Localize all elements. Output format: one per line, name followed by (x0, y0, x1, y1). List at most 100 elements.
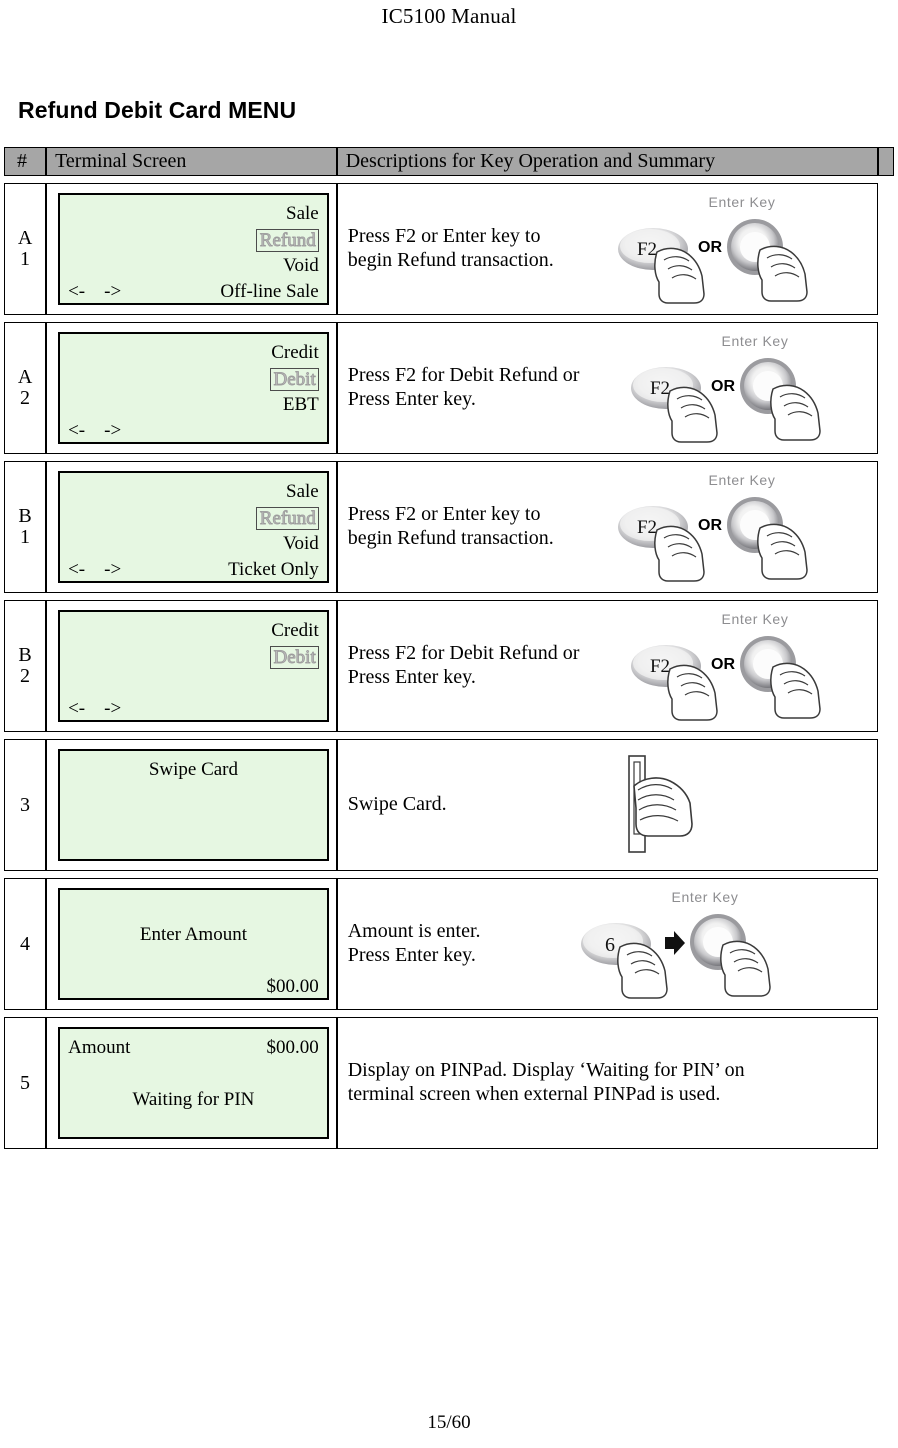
lcd-menu-option[interactable]: Waiting for PIN (132, 1087, 254, 1113)
lcd-line (68, 1061, 319, 1087)
lcd-line: <- -> (68, 696, 319, 720)
lcd-menu-option[interactable]: $00.00 (266, 1035, 318, 1061)
lcd-line: Refund (68, 227, 319, 253)
description-text: Press F2 for Debit Refund or Press Enter… (347, 364, 580, 410)
terminal-screen-cell: Swipe Card (46, 739, 337, 871)
svg-text:Enter Key: Enter Key (721, 333, 788, 349)
section-title: Refund Debit Card MENU (18, 97, 297, 123)
lcd-line: <- -> (68, 418, 319, 442)
column-header-number: # (4, 147, 47, 176)
description-cell: Press F2 for Debit Refund or Press Enter… (336, 322, 878, 454)
terminal-lcd-screen: Enter Amount $00.00 (58, 888, 329, 1000)
svg-text:OR: OR (711, 656, 735, 673)
row-number-cell: A1 (4, 183, 47, 315)
lcd-nav-arrows[interactable]: <- -> (68, 557, 121, 581)
lcd-nav-arrows[interactable]: <- -> (68, 696, 121, 720)
description-text: Press F2 or Enter key to begin Refund tr… (347, 503, 554, 549)
row-spacer-cell (877, 461, 894, 593)
row-number-line2: 1 (20, 248, 31, 270)
lcd-menu-option[interactable]: EBT (283, 392, 319, 418)
row-number-cell: B2 (4, 600, 47, 732)
lcd-nav-arrows[interactable]: <- -> (68, 418, 121, 442)
svg-text:Enter Key: Enter Key (708, 194, 775, 210)
row-number-cell: A2 (4, 322, 47, 454)
row-spacer-cell (877, 878, 894, 1010)
description-flow: Display on PINPad. Display ‘Waiting for … (348, 1059, 871, 1106)
svg-text:F2: F2 (637, 517, 657, 538)
row-spacer-cell (877, 600, 894, 732)
lcd-line: Sale (68, 201, 319, 227)
lcd-line: Void (68, 531, 319, 557)
table-body: A 1 Sale Refund Void <- -> Off-line Sale Press … (4, 183, 894, 1149)
row-number-cell: B1 (4, 461, 47, 593)
row-number-line1: A (17, 366, 33, 388)
description-text: Amount is enter. Press Enter key. (347, 920, 481, 966)
lcd-menu-option[interactable]: $00.00 (266, 974, 318, 998)
terminal-lcd-screen: Amount $00.00 Waiting for PIN (58, 1027, 329, 1139)
terminal-screen-cell: Sale Refund Void <- -> Ticket Only (46, 461, 337, 593)
lcd-menu-option[interactable]: Ticket Only (228, 557, 319, 581)
lcd-line (68, 783, 319, 809)
lcd-nav-arrows[interactable]: <- -> (68, 279, 121, 303)
lcd-selected-menu-option[interactable]: Debit (269, 367, 319, 391)
lcd-line (68, 948, 319, 974)
lcd-menu-option[interactable]: Off-line Sale (220, 279, 318, 303)
table-row: A 1 Sale Refund Void <- -> Off-line Sale Press … (4, 183, 894, 315)
terminal-screen-cell: Credit Debit <- -> (46, 600, 337, 732)
f2-or-enter-key-illustration: Enter Key F2 OR (630, 333, 821, 443)
terminal-lcd-screen: Sale Refund Void <- -> Off-line Sale (58, 193, 329, 305)
lcd-line: Waiting for PIN (68, 1087, 319, 1113)
description-flow: Swipe Card. (348, 746, 871, 864)
table-row: 3 Swipe Card Swipe Card. (4, 739, 894, 871)
terminal-lcd-screen: Credit Debit EBT <- -> (58, 332, 329, 444)
lcd-menu-option[interactable]: Credit (271, 340, 319, 366)
svg-text:F2: F2 (650, 378, 670, 399)
lcd-menu-option[interactable]: Void (283, 253, 319, 279)
six-then-enter-key-illustration: Enter Key 6 (581, 889, 771, 999)
lcd-line: <- -> Ticket Only (68, 557, 319, 581)
svg-text:OR: OR (698, 239, 722, 256)
row-number-line2: 2 (20, 665, 31, 687)
key-operation-illustration: Enter Key F2 OR (579, 329, 871, 447)
terminal-screen-cell: Amount $00.00 Waiting for PIN (46, 1017, 337, 1149)
table-row: 4 Enter Amount $00.00 Amount is enter. Pres… (4, 878, 894, 1010)
svg-text:Enter Key: Enter Key (721, 611, 788, 627)
lcd-menu-option[interactable]: Sale (286, 201, 319, 227)
row-number-line1: 4 (20, 932, 31, 955)
lcd-menu-option[interactable]: Enter Amount (140, 922, 247, 948)
lcd-line: Void (68, 253, 319, 279)
lcd-selected-menu-option[interactable]: Refund (255, 228, 319, 252)
key-operation-illustration: Enter Key F2 OR (554, 190, 871, 308)
procedure-table: # Terminal Screen Descriptions for Key O… (4, 140, 894, 1156)
lcd-nav-arrows[interactable]: Amount (68, 1035, 130, 1061)
svg-text:F2: F2 (637, 239, 657, 260)
description-flow: Press F2 or Enter key to begin Refund tr… (348, 468, 871, 586)
row-spacer-cell (877, 322, 894, 454)
lcd-menu-option[interactable]: Void (283, 531, 319, 557)
description-flow: Press F2 for Debit Refund or Press Enter… (348, 607, 871, 725)
row-spacer-cell (877, 1017, 894, 1149)
lcd-menu-option[interactable]: Credit (271, 618, 319, 644)
lcd-selected-menu-option[interactable]: Debit (269, 645, 319, 669)
lcd-selected-menu-option[interactable]: Refund (255, 506, 319, 530)
lcd-menu-option[interactable]: Sale (286, 479, 319, 505)
key-operation-illustration: Enter Key F2 OR (554, 468, 871, 586)
description-flow: Amount is enter. Press Enter key. Enter … (348, 885, 871, 1003)
document-title: IC5100 Manual (381, 4, 517, 28)
lcd-menu-option[interactable]: Swipe Card (149, 757, 238, 783)
lcd-line (68, 1113, 319, 1137)
description-text: Press F2 for Debit Refund or Press Enter… (347, 642, 580, 688)
lcd-line: Credit (68, 618, 319, 644)
svg-text:6: 6 (605, 934, 615, 956)
terminal-screen-cell: Enter Amount $00.00 (46, 878, 337, 1010)
lcd-line: EBT (68, 392, 319, 418)
row-number-line1: B (18, 644, 32, 666)
terminal-lcd-screen: Credit Debit <- -> (58, 610, 329, 722)
terminal-lcd-screen: Swipe Card (58, 749, 329, 861)
table-row: 5 Amount $00.00 Waiting for PIN Display on P… (4, 1017, 894, 1149)
description-cell: Display on PINPad. Display ‘Waiting for … (336, 1017, 878, 1149)
terminal-lcd-screen: Sale Refund Void <- -> Ticket Only (58, 471, 329, 583)
f2-or-enter-key-illustration: Enter Key F2 OR (617, 194, 808, 304)
column-header-spacer (877, 147, 894, 176)
f2-or-enter-key-illustration: Enter Key F2 OR (617, 472, 808, 582)
